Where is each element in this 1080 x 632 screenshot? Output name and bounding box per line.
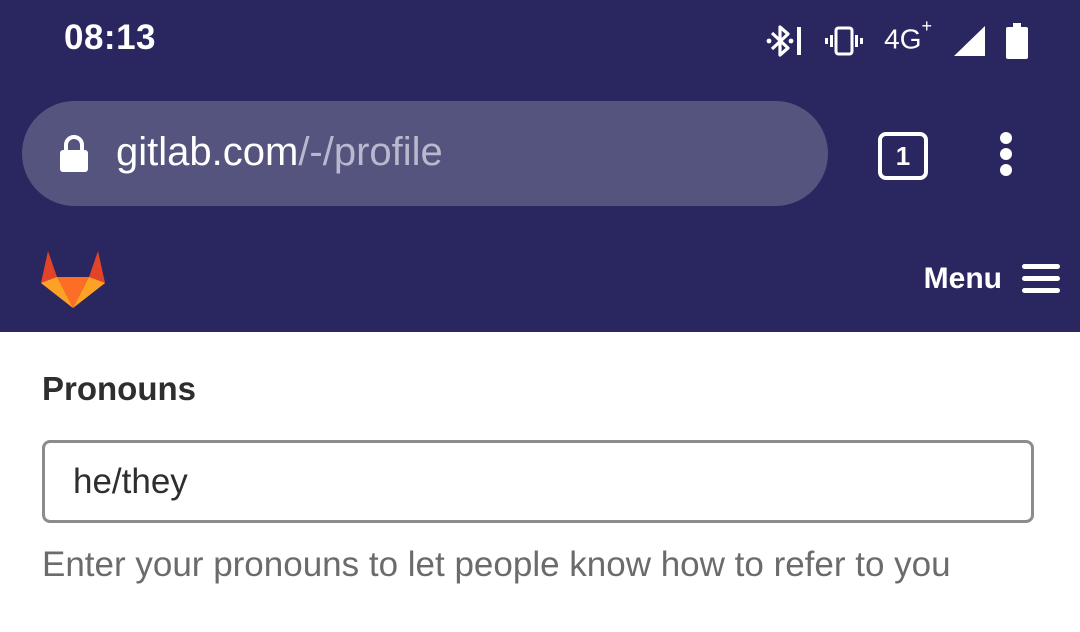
menu-label: Menu (923, 262, 1002, 295)
url-path: /-/profile (298, 130, 443, 174)
clock: 08:13 (64, 18, 157, 57)
gitlab-logo[interactable] (40, 250, 106, 310)
url-text[interactable]: gitlab.com/-/profile (116, 130, 443, 175)
pronouns-help-text: Enter your pronouns to let people know h… (42, 545, 951, 584)
network-type: 4G+ (884, 16, 932, 55)
tab-switcher-button[interactable]: 1 (878, 132, 928, 180)
pronouns-label: Pronouns (42, 370, 196, 407)
bluetooth-icon (766, 25, 802, 57)
hamburger-icon (1022, 264, 1060, 294)
vibrate-icon (825, 26, 864, 56)
status-bar: 08:13 4G+ (0, 0, 1080, 84)
menu-button[interactable]: Menu (924, 262, 1060, 296)
battery-icon (1006, 23, 1028, 59)
url-host: gitlab.com (116, 130, 299, 174)
status-icons: 4G+ (766, 16, 1028, 62)
lock-icon (60, 135, 88, 172)
pronouns-input[interactable] (42, 440, 1034, 523)
signal-icon (954, 26, 985, 56)
more-options-icon[interactable] (995, 132, 1017, 176)
